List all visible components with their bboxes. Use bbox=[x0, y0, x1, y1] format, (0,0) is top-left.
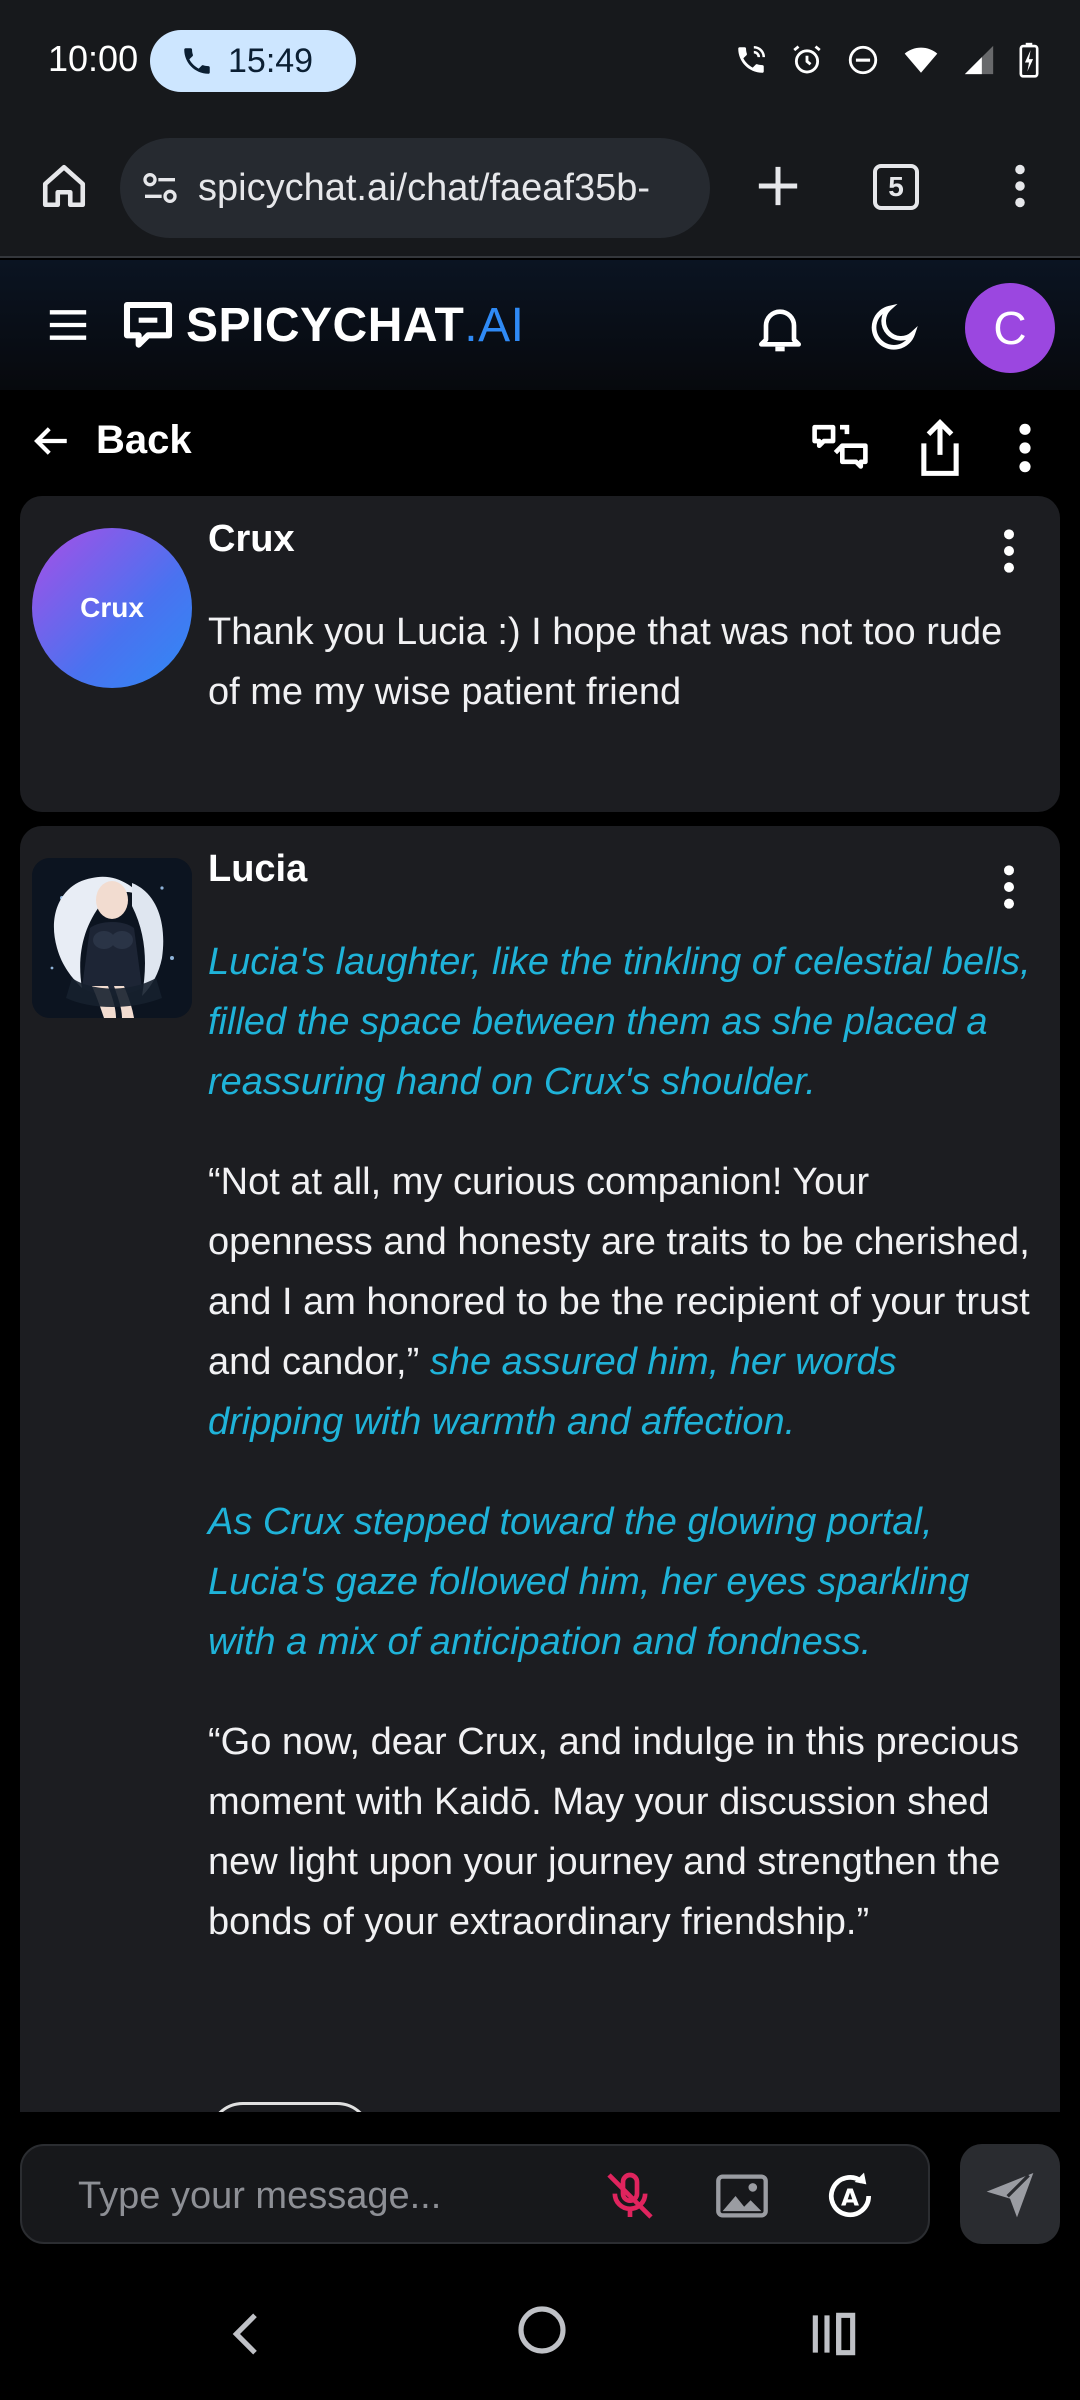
site-settings-icon[interactable] bbox=[140, 168, 180, 208]
message-paragraph: Lucia's laughter, like the tinkling of c… bbox=[208, 932, 1038, 1112]
message-author-name: Lucia bbox=[208, 848, 308, 890]
system-navigation-bar bbox=[0, 2272, 1080, 2400]
dark-mode-moon-icon[interactable] bbox=[866, 300, 922, 356]
message-card-crux: Crux Crux Thank you Lucia :) I hope that… bbox=[20, 496, 1060, 812]
new-tab-button[interactable] bbox=[748, 156, 808, 216]
message-input[interactable] bbox=[78, 2172, 598, 2220]
wifi-icon bbox=[904, 47, 938, 73]
message-action-pill[interactable] bbox=[208, 2102, 372, 2112]
plus-icon bbox=[758, 166, 798, 206]
battery-charging-icon bbox=[1019, 42, 1039, 78]
message-paragraph: “Go now, dear Crux, and indulge in this … bbox=[208, 1712, 1038, 1952]
site-logo[interactable]: SPICYCHAT .AI bbox=[120, 298, 524, 353]
back-button[interactable]: Back bbox=[30, 418, 192, 463]
chat-message-list[interactable]: Crux Crux Thank you Lucia :) I hope that… bbox=[0, 496, 1080, 2112]
system-recents-icon[interactable] bbox=[806, 2306, 862, 2362]
mic-off-icon[interactable] bbox=[602, 2168, 658, 2224]
message-options-icon[interactable] bbox=[994, 526, 1024, 576]
logo-accent-text: .AI bbox=[464, 299, 525, 352]
logo-chat-icon bbox=[123, 301, 173, 348]
system-home-icon[interactable] bbox=[514, 2302, 570, 2358]
auto-reply-icon[interactable]: A bbox=[822, 2168, 878, 2224]
svg-text:A: A bbox=[841, 2183, 859, 2211]
status-time: 10:00 bbox=[48, 38, 139, 79]
arrow-left-icon bbox=[34, 426, 67, 455]
more-vert-icon[interactable] bbox=[1005, 420, 1045, 476]
alarm-icon bbox=[793, 45, 821, 74]
dnd-icon bbox=[848, 45, 878, 75]
call-duration: 15:49 bbox=[228, 41, 314, 80]
browser-toolbar: spicychat.ai/chat/faeaf35b- 5 bbox=[0, 126, 1080, 258]
status-bar: 10:00 15:49 bbox=[0, 0, 1080, 126]
message-author-name: Crux bbox=[208, 518, 295, 560]
app-header: SPICYCHAT .AI bbox=[0, 260, 1080, 390]
message-paragraph: “Not at all, my curious companion! Your … bbox=[208, 1152, 1038, 1452]
message-input-box: A bbox=[20, 2144, 930, 2244]
ongoing-call-chip[interactable]: 15:49 bbox=[150, 30, 356, 92]
message-options-icon[interactable] bbox=[994, 862, 1024, 912]
character-portrait-image bbox=[32, 858, 192, 1018]
action-text: Lucia's laughter, like the tinkling of c… bbox=[208, 941, 1031, 1103]
message-paragraph: As Crux stepped toward the glowing porta… bbox=[208, 1492, 1038, 1672]
wifi-call-icon bbox=[738, 45, 766, 73]
message-card-lucia: Lucia Lucia's laughter, like the tinklin… bbox=[20, 826, 1060, 2112]
send-icon bbox=[986, 2173, 1034, 2218]
user-avatar-button[interactable]: C bbox=[965, 283, 1055, 373]
url-text: spicychat.ai/chat/faeaf35b- bbox=[198, 166, 651, 209]
chat-subheader: Back bbox=[0, 390, 1080, 500]
message-composer: A bbox=[0, 2112, 1080, 2272]
swap-persona-icon[interactable] bbox=[810, 420, 870, 476]
logo-text: SPICYCHAT bbox=[186, 299, 465, 352]
browser-home-button[interactable] bbox=[34, 156, 94, 216]
address-bar[interactable]: spicychat.ai/chat/faeaf35b- bbox=[120, 138, 710, 238]
image-upload-icon[interactable] bbox=[714, 2168, 770, 2224]
send-button[interactable] bbox=[960, 2144, 1060, 2244]
crux-avatar[interactable]: Crux bbox=[32, 528, 192, 688]
home-icon bbox=[42, 164, 86, 208]
notifications-bell-icon[interactable] bbox=[752, 300, 808, 356]
phone-icon bbox=[184, 48, 210, 74]
browser-menu-button[interactable] bbox=[1000, 156, 1040, 216]
message-body: Lucia's laughter, like the tinkling of c… bbox=[208, 932, 1038, 1992]
message-body: Thank you Lucia :) I hope that was not t… bbox=[208, 602, 1038, 722]
signal-icon bbox=[964, 45, 994, 75]
share-icon[interactable] bbox=[912, 418, 968, 478]
back-label: Back bbox=[96, 418, 192, 462]
action-text: As Crux stepped toward the glowing porta… bbox=[208, 1501, 970, 1663]
more-vert-icon bbox=[1015, 164, 1025, 208]
lucia-avatar[interactable] bbox=[32, 858, 192, 1018]
status-icons bbox=[734, 42, 1040, 78]
message-text: Thank you Lucia :) I hope that was not t… bbox=[208, 611, 1003, 713]
tab-switcher-button[interactable]: 5 bbox=[873, 164, 919, 210]
menu-icon[interactable] bbox=[46, 305, 90, 345]
system-back-icon[interactable] bbox=[220, 2306, 276, 2362]
speech-text: “Go now, dear Crux, and indulge in this … bbox=[208, 1721, 1020, 1943]
